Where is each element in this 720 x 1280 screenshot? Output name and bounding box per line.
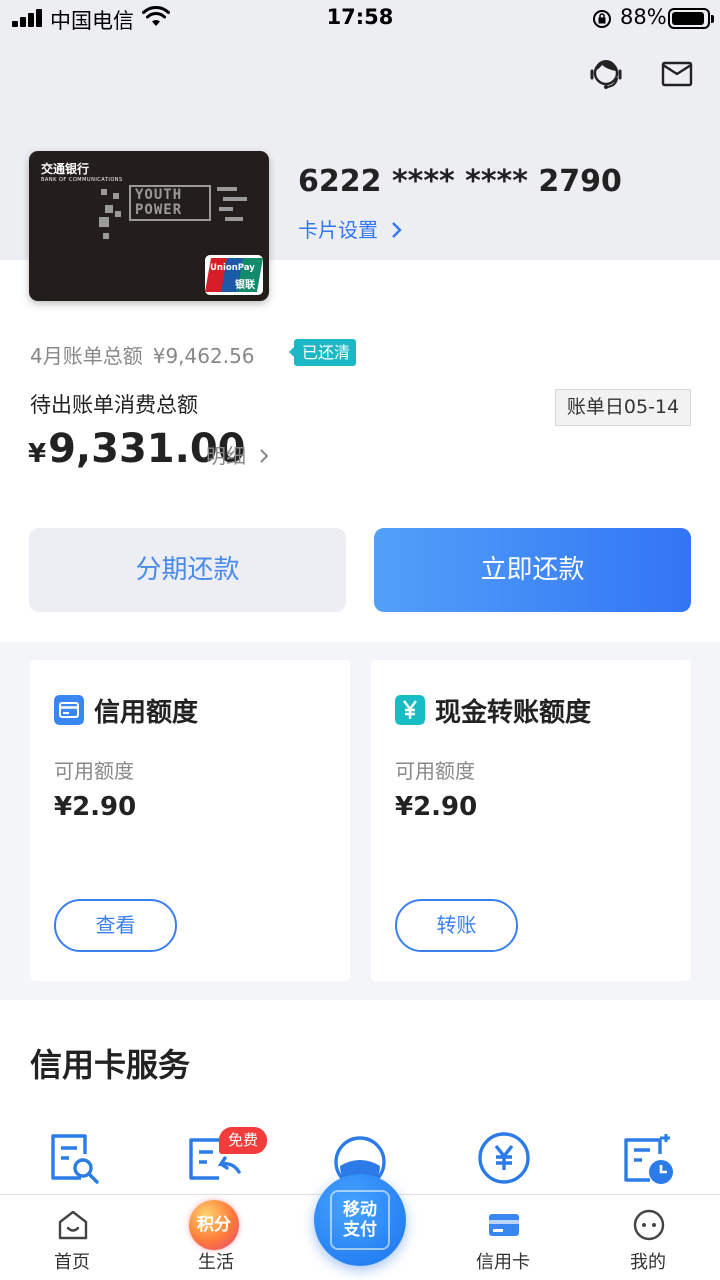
transfer-button[interactable]: 转账 (395, 899, 518, 952)
free-badge: 免费 (219, 1127, 267, 1154)
available-value: ¥2.90 (395, 792, 478, 822)
battery-icon (668, 8, 714, 29)
home-icon (58, 1210, 88, 1240)
credit-limit-icon (54, 695, 84, 725)
customer-service-icon[interactable] (586, 54, 626, 94)
last-bill-summary: 4月账单总额 ¥9,462.56 (30, 344, 255, 368)
available-label: 可用额度 (395, 759, 475, 783)
tab-mine[interactable]: 我的 (593, 1194, 703, 1280)
panel-title: 信用额度 (94, 698, 199, 728)
credit-card-icon (489, 1214, 519, 1236)
unionpay-logo: UnionPay 银联 (205, 255, 263, 295)
tab-label: 生活 (198, 1252, 234, 1273)
bill-search-icon[interactable] (45, 1130, 101, 1186)
profile-icon (633, 1209, 665, 1241)
tab-label: 我的 (630, 1252, 666, 1273)
card-art-text: YOUTH POWER (129, 185, 211, 221)
mobile-pay-button[interactable]: 移动 支付 (314, 1174, 406, 1266)
chevron-right-icon (392, 222, 403, 238)
panel-title: 现金转账额度 (435, 698, 592, 728)
tab-label: 首页 (54, 1252, 90, 1273)
bank-logo: 交通银行 BANK OF COMMUNICATIONS (41, 162, 123, 183)
orientation-lock-icon (593, 10, 611, 28)
paid-status-badge: 已还清 (288, 339, 357, 366)
tab-label: 信用卡 (476, 1252, 530, 1273)
pending-bill-label: 待出账单消费总额 (30, 393, 198, 417)
mail-icon[interactable] (657, 54, 697, 94)
chevron-right-icon (260, 449, 269, 463)
points-badge[interactable]: 积分 (189, 1200, 239, 1250)
services-title: 信用卡服务 (30, 1046, 191, 1084)
clock: 17:58 (326, 5, 394, 29)
bank-card-image[interactable]: 交通银行 BANK OF COMMUNICATIONS YOUTH POWER … (29, 151, 269, 301)
bill-day-badge: 账单日05-14 (555, 389, 691, 426)
card-number: 6222 **** **** 2790 (298, 164, 622, 199)
installment-repay-button[interactable]: 分期还款 (29, 528, 346, 612)
cash-transfer-panel[interactable]: 现金转账额度 可用额度 ¥2.90 转账 (371, 660, 691, 981)
tab-credit-card[interactable]: 信用卡 (448, 1194, 558, 1280)
status-bar: 中国电信 17:58 88% (0, 0, 720, 40)
repay-now-button[interactable]: 立即还款 (374, 528, 691, 612)
available-label: 可用额度 (54, 759, 134, 783)
battery-percent: 88% (620, 5, 667, 29)
available-value: ¥2.90 (54, 792, 137, 822)
bill-clock-icon[interactable] (620, 1130, 676, 1186)
detail-link[interactable]: 明细 (206, 440, 270, 469)
view-button[interactable]: 查看 (54, 899, 177, 952)
mobile-pay-label: 移动 支付 (343, 1200, 377, 1240)
yuan-icon (395, 695, 425, 725)
credit-limit-panel[interactable]: 信用额度 可用额度 ¥2.90 查看 (30, 660, 350, 981)
tab-home[interactable]: 首页 (17, 1194, 127, 1280)
yuan-circle-icon[interactable] (476, 1130, 532, 1186)
card-settings-link[interactable]: 卡片设置 (298, 214, 404, 243)
